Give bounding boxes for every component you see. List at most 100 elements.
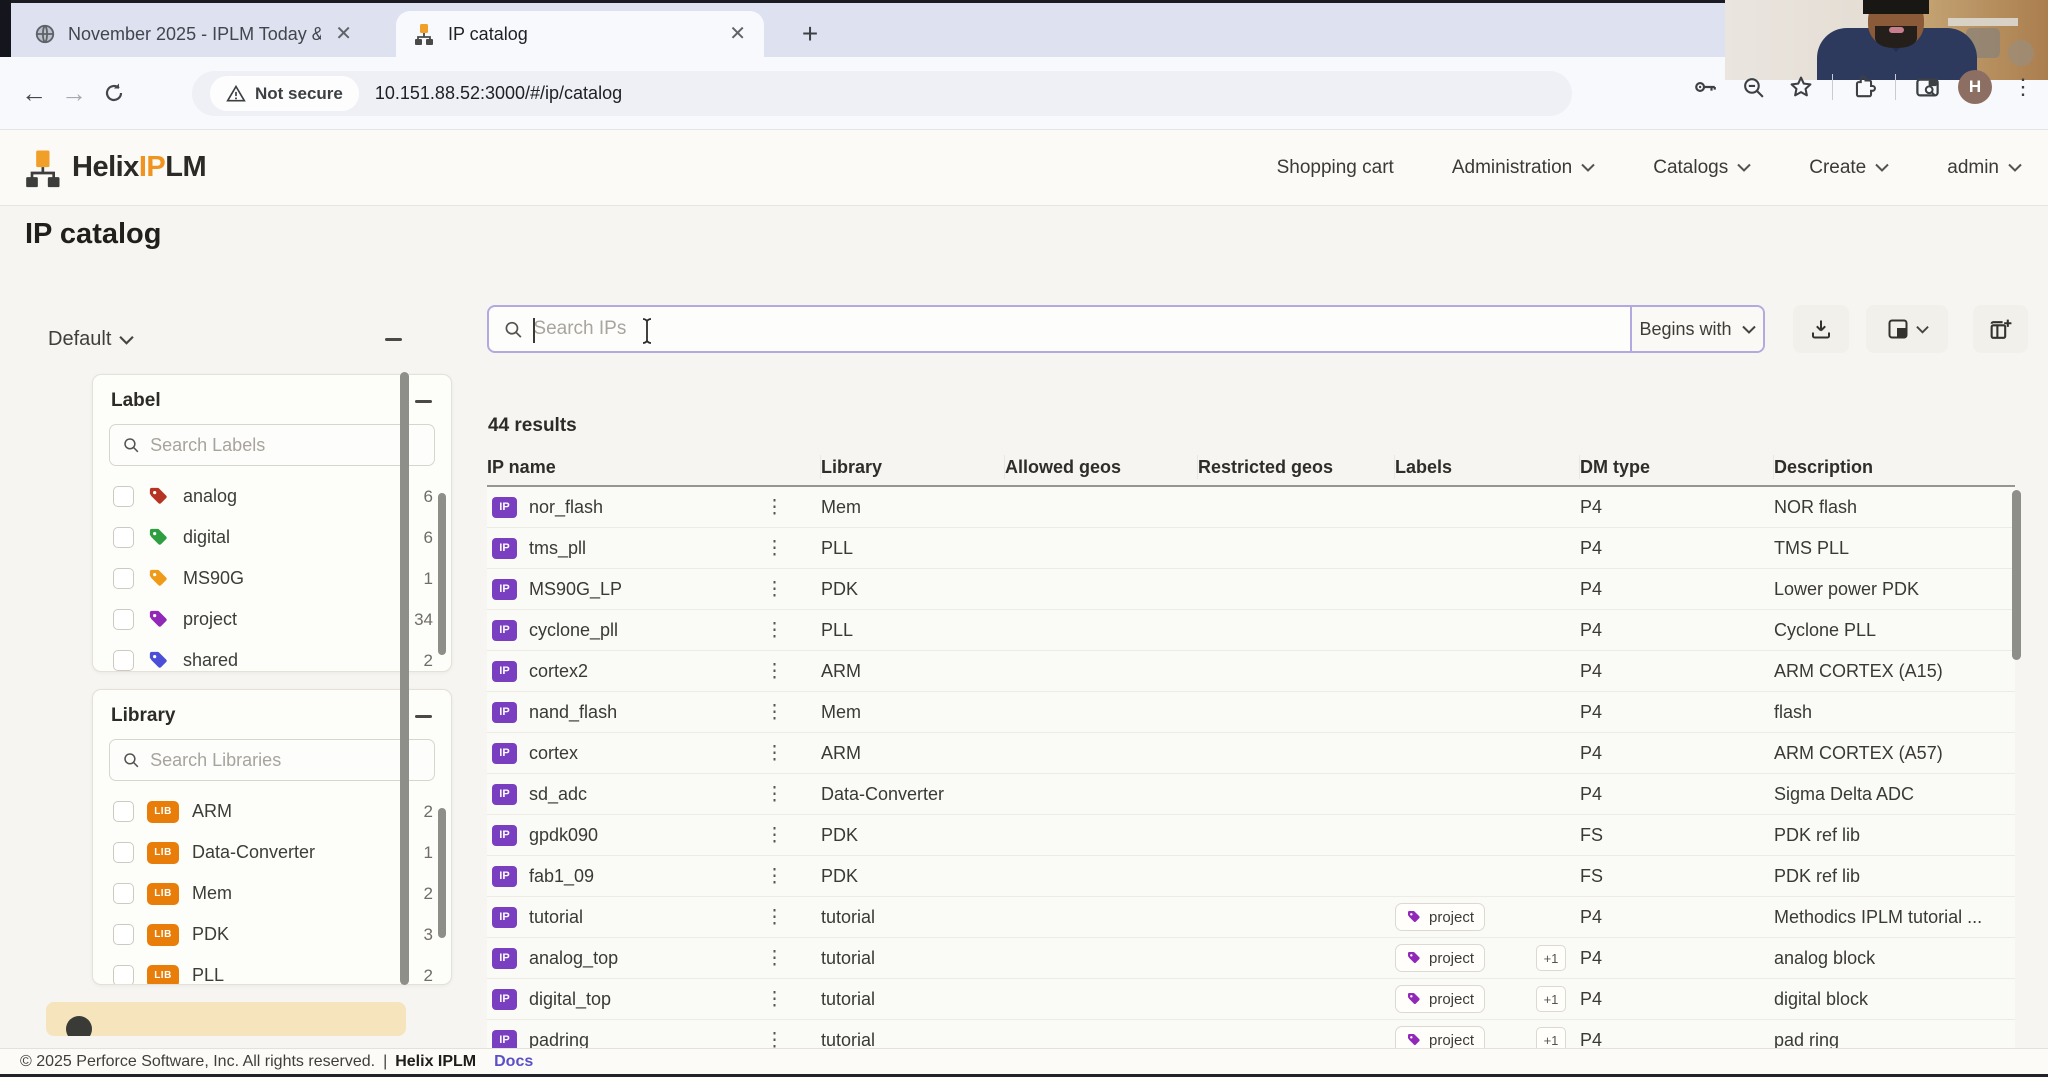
column-header-library[interactable]: Library: [821, 455, 1005, 479]
filter-item-digital[interactable]: digital 6: [93, 517, 451, 558]
filter-search-field[interactable]: [109, 739, 435, 781]
table-row[interactable]: IP MS90G_LP ⋮ PDK P4 Lower power PDK: [487, 569, 2015, 610]
docs-link[interactable]: Docs: [494, 1053, 533, 1071]
filter-checkbox[interactable]: [113, 486, 134, 507]
ip-name-link[interactable]: nand_flash: [529, 702, 617, 723]
collapse-filters-button[interactable]: [383, 330, 403, 350]
row-menu-kebab-icon[interactable]: ⋮: [765, 865, 821, 888]
filter-checkbox[interactable]: [113, 924, 134, 945]
table-row[interactable]: IP fab1_09 ⋮ PDK FS PDK ref lib: [487, 856, 2015, 897]
display-settings-button[interactable]: [1866, 305, 1948, 353]
more-labels-chip[interactable]: +1: [1536, 1027, 1566, 1048]
table-row[interactable]: IP tutorial ⋮ tutorial project P4 Method…: [487, 897, 2015, 938]
filter-item-data-converter[interactable]: LIB Data-Converter 1: [93, 832, 451, 873]
column-header-dm-type[interactable]: DM type: [1580, 455, 1774, 479]
add-column-button[interactable]: [1973, 305, 2028, 353]
nav-item-create[interactable]: Create: [1809, 157, 1889, 179]
filter-item-pll[interactable]: LIB PLL 2: [93, 955, 451, 984]
row-menu-kebab-icon[interactable]: ⋮: [765, 742, 821, 765]
filter-checkbox[interactable]: [113, 527, 134, 548]
table-scrollbar[interactable]: [2012, 490, 2021, 660]
nav-item-administration[interactable]: Administration: [1452, 157, 1595, 179]
back-button[interactable]: ←: [14, 73, 54, 113]
row-menu-kebab-icon[interactable]: ⋮: [765, 783, 821, 806]
password-key-icon[interactable]: [1688, 70, 1722, 104]
security-chip[interactable]: Not secure: [210, 76, 359, 111]
filter-checkbox[interactable]: [113, 842, 134, 863]
filter-list-scrollbar[interactable]: [438, 808, 446, 938]
ip-name-link[interactable]: fab1_09: [529, 866, 594, 887]
extensions-icon[interactable]: [1847, 70, 1881, 104]
row-menu-kebab-icon[interactable]: ⋮: [765, 824, 821, 847]
ip-name-link[interactable]: nor_flash: [529, 497, 603, 518]
filter-checkbox[interactable]: [113, 965, 134, 984]
bookmark-star-icon[interactable]: [1784, 70, 1818, 104]
filter-item-mem[interactable]: LIB Mem 2: [93, 873, 451, 914]
filter-checkbox[interactable]: [113, 609, 134, 630]
row-menu-kebab-icon[interactable]: ⋮: [765, 660, 821, 683]
filter-search-input[interactable]: [150, 749, 422, 771]
forward-button[interactable]: →: [54, 73, 94, 113]
filter-preset-dropdown[interactable]: Default: [48, 328, 111, 351]
row-menu-kebab-icon[interactable]: ⋮: [765, 988, 821, 1011]
more-labels-chip[interactable]: +1: [1536, 986, 1566, 1012]
row-menu-kebab-icon[interactable]: ⋮: [765, 619, 821, 642]
search-input[interactable]: [533, 318, 1616, 340]
table-row[interactable]: IP tms_pll ⋮ PLL P4 TMS PLL: [487, 528, 2015, 569]
filter-checkbox[interactable]: [113, 883, 134, 904]
reload-button[interactable]: [94, 73, 134, 113]
column-header-ip-name[interactable]: IP name: [487, 455, 821, 479]
collapsed-filter-section[interactable]: [46, 1002, 406, 1036]
nav-item-catalogs[interactable]: Catalogs: [1653, 157, 1751, 179]
table-row[interactable]: IP analog_top ⋮ tutorial project +1 P4 a…: [487, 938, 2015, 979]
helix-iplm-logo[interactable]: HelixIPLM: [22, 148, 207, 188]
filter-item-project[interactable]: project 34: [93, 599, 451, 640]
ip-name-link[interactable]: analog_top: [529, 948, 618, 969]
column-header-labels[interactable]: Labels: [1395, 455, 1580, 479]
row-menu-kebab-icon[interactable]: ⋮: [765, 947, 821, 970]
filter-checkbox[interactable]: [113, 650, 134, 671]
table-row[interactable]: IP sd_adc ⋮ Data-Converter P4 Sigma Delt…: [487, 774, 2015, 815]
filter-search-field[interactable]: [109, 424, 435, 466]
collapse-section-button[interactable]: [413, 706, 433, 726]
table-row[interactable]: IP cortex ⋮ ARM P4 ARM CORTEX (A57): [487, 733, 2015, 774]
ip-name-link[interactable]: cortex2: [529, 661, 588, 682]
row-menu-kebab-icon[interactable]: ⋮: [765, 578, 821, 601]
tab-search-icon[interactable]: [1910, 70, 1944, 104]
zoom-icon[interactable]: [1736, 70, 1770, 104]
table-row[interactable]: IP nand_flash ⋮ Mem P4 flash: [487, 692, 2015, 733]
browser-tab-iplm-today[interactable]: November 2025 - IPLM Today & ✕: [18, 11, 370, 57]
close-icon[interactable]: ✕: [333, 24, 354, 44]
row-menu-kebab-icon[interactable]: ⋮: [765, 701, 821, 724]
filter-search-input[interactable]: [150, 434, 422, 456]
new-tab-button[interactable]: +: [792, 16, 828, 52]
collapse-section-button[interactable]: [413, 391, 433, 411]
profile-avatar[interactable]: H: [1958, 70, 1992, 104]
table-row[interactable]: IP digital_top ⋮ tutorial project +1 P4 …: [487, 979, 2015, 1020]
row-menu-kebab-icon[interactable]: ⋮: [765, 496, 821, 519]
filter-item-ms90g[interactable]: MS90G 1: [93, 558, 451, 599]
ip-search-field[interactable]: [489, 307, 1630, 351]
table-row[interactable]: IP cyclone_pll ⋮ PLL P4 Cyclone PLL: [487, 610, 2015, 651]
filter-item-analog[interactable]: analog 6: [93, 476, 451, 517]
more-labels-chip[interactable]: +1: [1536, 945, 1566, 971]
ip-name-link[interactable]: padring: [529, 1030, 589, 1049]
ip-name-link[interactable]: tms_pll: [529, 538, 586, 559]
filter-list-scrollbar[interactable]: [438, 493, 446, 655]
filter-checkbox[interactable]: [113, 801, 134, 822]
column-header-description[interactable]: Description: [1774, 455, 2015, 479]
table-row[interactable]: IP padring ⋮ tutorial project +1 P4 pad …: [487, 1020, 2015, 1048]
column-header-allowed-geos[interactable]: Allowed geos: [1005, 455, 1198, 479]
ip-name-link[interactable]: digital_top: [529, 989, 611, 1010]
ip-name-link[interactable]: cyclone_pll: [529, 620, 618, 641]
close-icon[interactable]: ✕: [727, 24, 748, 44]
ip-name-link[interactable]: MS90G_LP: [529, 579, 622, 600]
ip-name-link[interactable]: gpdk090: [529, 825, 598, 846]
ip-name-link[interactable]: sd_adc: [529, 784, 587, 805]
address-bar[interactable]: Not secure 10.151.88.52:3000/#/ip/catalo…: [192, 71, 1572, 116]
sidebar-scrollbar[interactable]: [400, 372, 409, 985]
nav-item-admin[interactable]: admin: [1947, 157, 2022, 179]
filter-item-arm[interactable]: LIB ARM 2: [93, 791, 451, 832]
row-menu-kebab-icon[interactable]: ⋮: [765, 537, 821, 560]
column-header-restricted-geos[interactable]: Restricted geos: [1198, 455, 1395, 479]
